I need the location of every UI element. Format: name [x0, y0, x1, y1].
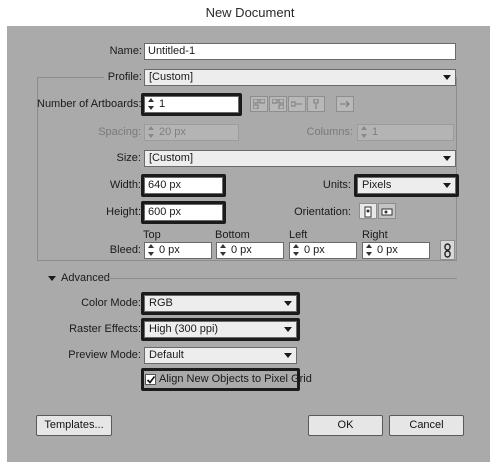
bleed-top-field[interactable]: 0 px: [144, 242, 212, 259]
spacing-field[interactable]: 20 px: [144, 124, 239, 141]
templates-button[interactable]: Templates...: [36, 415, 112, 436]
profile-label: Profile:: [107, 71, 142, 83]
layout-direction-icon[interactable]: [336, 96, 354, 112]
portrait-icon[interactable]: [359, 203, 377, 219]
spacing-value: 20 px: [159, 126, 186, 138]
chevron-down-icon: [443, 75, 451, 80]
arrange-by-column-icon[interactable]: [307, 96, 325, 112]
cancel-button[interactable]: Cancel: [389, 415, 464, 436]
dialog-body: Name: Untitled-1 Profile: [Custom] Numbe…: [7, 26, 490, 462]
window-title: New Document: [0, 0, 500, 26]
spacing-label: Spacing:: [98, 126, 141, 138]
units-highlight: [354, 174, 459, 197]
stepper-icon[interactable]: [291, 243, 302, 258]
profile-group-line-right: [456, 77, 457, 260]
preview-mode-label: Preview Mode:: [68, 349, 141, 361]
bleed-left-field[interactable]: 0 px: [289, 242, 357, 259]
preview-mode-value: Default: [149, 349, 184, 361]
bleed-label: Bleed:: [109, 244, 141, 256]
name-field[interactable]: Untitled-1: [144, 43, 456, 60]
bleed-right-value: 0 px: [377, 244, 398, 256]
grid-by-row-icon[interactable]: [250, 96, 268, 112]
color-mode-highlight: [141, 292, 300, 315]
bleed-top-label: Top: [143, 229, 161, 241]
artboards-highlight: [141, 93, 242, 116]
advanced-label[interactable]: Advanced: [61, 272, 110, 284]
ok-button[interactable]: OK: [308, 415, 383, 436]
size-label: Size:: [116, 152, 141, 164]
artboards-label: Number of Artboards:: [37, 98, 142, 110]
height-label: Height:: [106, 206, 141, 218]
profile-group-line-bottom: [37, 260, 457, 261]
bleed-right-label: Right: [362, 229, 388, 241]
raster-effects-label: Raster Effects:: [69, 323, 141, 335]
size-select[interactable]: [Custom]: [144, 150, 456, 167]
stepper-icon[interactable]: [146, 243, 157, 258]
profile-select[interactable]: [Custom]: [144, 69, 456, 86]
columns-value: 1: [372, 126, 379, 138]
arrange-by-row-icon[interactable]: [288, 96, 306, 112]
height-highlight: [141, 201, 226, 224]
profile-value: [Custom]: [149, 71, 194, 83]
landscape-icon[interactable]: [378, 203, 396, 219]
raster-effects-highlight: [141, 318, 300, 341]
new-document-dialog: New Document Name: Untitled-1 Profile: […: [0, 0, 500, 468]
bleed-bottom-label: Bottom: [215, 229, 250, 241]
grid-by-column-icon[interactable]: [269, 96, 287, 112]
columns-field[interactable]: 1: [357, 124, 454, 141]
stepper-icon[interactable]: [364, 243, 375, 258]
stepper-icon[interactable]: [146, 125, 157, 140]
bleed-bottom-value: 0 px: [231, 244, 252, 256]
bleed-top-value: 0 px: [159, 244, 180, 256]
bleed-bottom-field[interactable]: 0 px: [216, 242, 284, 259]
pixel-grid-highlight: [141, 368, 300, 391]
advanced-divider: [107, 278, 457, 279]
bleed-right-field[interactable]: 0 px: [362, 242, 430, 259]
chevron-down-icon: [284, 353, 292, 358]
chevron-down-icon: [443, 156, 451, 161]
stepper-icon[interactable]: [218, 243, 229, 258]
width-highlight: [141, 174, 226, 197]
width-label: Width:: [109, 179, 141, 191]
stepper-icon[interactable]: [359, 125, 370, 140]
disclosure-triangle-icon[interactable]: [48, 276, 56, 281]
orientation-label: Orientation:: [294, 206, 351, 218]
size-value: [Custom]: [149, 152, 194, 164]
units-label: Units:: [322, 179, 351, 191]
link-bleed-icon[interactable]: [440, 240, 455, 260]
bleed-left-value: 0 px: [304, 244, 325, 256]
preview-mode-select[interactable]: Default: [144, 347, 297, 364]
columns-label: Columns:: [306, 126, 353, 138]
name-label: Name:: [109, 45, 142, 57]
bleed-left-label: Left: [289, 229, 308, 241]
color-mode-label: Color Mode:: [81, 297, 141, 309]
